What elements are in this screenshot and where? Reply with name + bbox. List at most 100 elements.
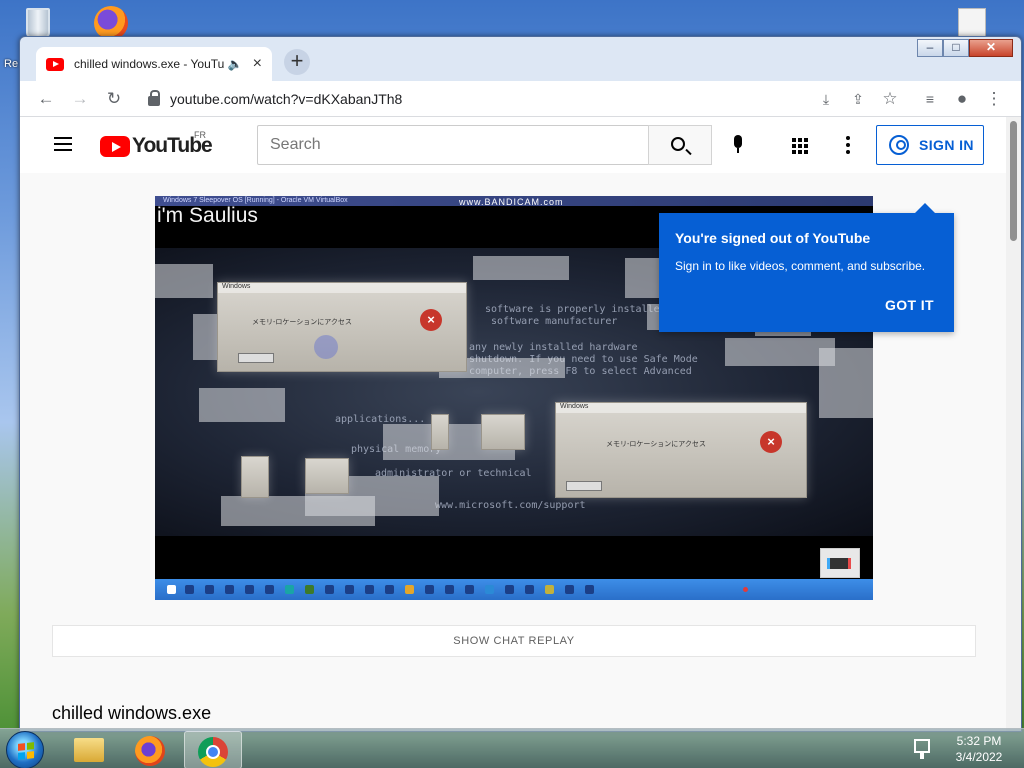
close-window-button[interactable]: ✕ — [969, 39, 1013, 57]
back-button[interactable]: ← — [34, 87, 58, 111]
media-icon[interactable]: ≡ — [918, 87, 942, 111]
vm-taskbar-icon — [445, 585, 454, 594]
vm-taskbar-icon — [365, 585, 374, 594]
page-scrollbar[interactable] — [1006, 117, 1021, 731]
vm-taskbar-icon — [265, 585, 274, 594]
country-code: FR — [194, 130, 206, 140]
glitch-block — [199, 388, 285, 422]
tab-title: chilled windows.exe - YouTube — [74, 57, 224, 71]
tooltip-title: You're signed out of YouTube — [675, 230, 871, 246]
browser-toolbar: ← → ↻ youtube.com/watch?v=dKXabanJTh8 ⤓ … — [20, 81, 1021, 117]
error-dialog-small — [241, 456, 269, 498]
download-icon[interactable]: ⤓ — [814, 87, 838, 111]
sign-in-label: SIGN IN — [919, 137, 974, 153]
vm-start-icon — [167, 585, 176, 594]
hamburger-icon[interactable] — [54, 137, 72, 151]
taskbar-firefox[interactable] — [122, 731, 180, 768]
maximize-button[interactable]: □ — [943, 39, 969, 57]
vm-taskbar-icon — [485, 585, 494, 594]
chrome-window: – □ ✕ chilled windows.exe - YouTube 🔈 × … — [19, 36, 1022, 732]
switch-logo-icon — [820, 548, 860, 578]
vm-taskbar-icon — [345, 585, 354, 594]
cursor-highlight — [314, 335, 338, 359]
vm-taskbar-icon — [185, 585, 194, 594]
windows-logo-icon — [18, 742, 34, 760]
window-controls: – □ ✕ — [917, 39, 1013, 57]
vm-taskbar-icon — [565, 585, 574, 594]
profile-icon[interactable]: ● — [950, 87, 974, 111]
vm-taskbar-icon — [585, 585, 594, 594]
scroll-thumb[interactable] — [1010, 121, 1017, 241]
vm-taskbar-icon — [545, 585, 554, 594]
recycle-bin-label: Re — [4, 58, 19, 70]
share-icon[interactable]: ⇪ — [846, 87, 870, 111]
error-dialog-small — [481, 414, 525, 450]
error-dialog: Windows メモリ-ロケーションにアクセス × — [217, 282, 467, 372]
new-tab-button[interactable]: + — [284, 49, 310, 75]
taskbar-file-explorer[interactable] — [60, 731, 118, 768]
minimize-button[interactable]: – — [917, 39, 943, 57]
url-text[interactable]: youtube.com/watch?v=dKXabanJTh8 — [170, 91, 402, 107]
got-it-button[interactable]: GOT IT — [885, 297, 934, 313]
vm-taskbar-icon — [205, 585, 214, 594]
clock-date: 3/4/2022 — [955, 750, 1003, 764]
star-icon[interactable]: ☆ — [878, 87, 902, 111]
vm-taskbar-icon — [465, 585, 474, 594]
taskbar-chrome[interactable] — [184, 731, 242, 768]
apps-grid-icon[interactable] — [792, 138, 808, 154]
windows-taskbar: 5:32 PM 3/4/2022 — [0, 728, 1024, 768]
microphone-icon[interactable] — [732, 135, 744, 157]
glitch-block — [473, 256, 569, 280]
glitch-block — [221, 496, 375, 526]
youtube-page: YouTube FR Search SIGN IN Windows 7 Slee… — [20, 117, 1008, 731]
sign-in-button[interactable]: SIGN IN — [876, 125, 984, 165]
search-icon — [671, 137, 685, 151]
error-message: メモリ-ロケーションにアクセス — [606, 441, 706, 448]
lock-icon[interactable] — [148, 90, 160, 106]
vm-taskbar-icon — [245, 585, 254, 594]
glitch-block — [155, 264, 213, 298]
vm-taskbar-icon — [225, 585, 234, 594]
glitch-block — [819, 348, 873, 418]
youtube-header: YouTube FR Search SIGN IN — [20, 117, 1008, 173]
forward-button[interactable]: → — [68, 87, 92, 111]
clock-time: 5:32 PM — [956, 734, 1002, 748]
chrome-icon — [198, 737, 228, 767]
vm-taskbar-icon — [505, 585, 514, 594]
tab-close-button[interactable]: × — [253, 55, 262, 73]
user-circle-icon — [889, 135, 909, 155]
reload-button[interactable]: ↻ — [102, 87, 126, 111]
signed-out-tooltip: You're signed out of YouTube Sign in to … — [659, 203, 954, 332]
error-x-icon: × — [420, 309, 442, 331]
vm-taskbar-icon — [405, 585, 414, 594]
bsod-line: www.microsoft.com/support — [435, 500, 586, 511]
vm-taskbar-icon — [325, 585, 334, 594]
video-overlay-caption: i'm Saulius — [157, 204, 258, 227]
error-dialog-small — [431, 414, 449, 450]
show-chat-replay-button[interactable]: SHOW CHAT REPLAY — [52, 625, 976, 657]
network-icon[interactable] — [914, 739, 930, 759]
system-clock[interactable]: 5:32 PM 3/4/2022 — [944, 733, 1014, 765]
tooltip-body: Sign in to like videos, comment, and sub… — [675, 259, 926, 273]
vm-taskbar-icon — [525, 585, 534, 594]
vm-tray-icon — [743, 587, 748, 592]
video-title: chilled windows.exe — [52, 703, 212, 723]
start-button[interactable] — [6, 731, 44, 768]
search-button[interactable] — [648, 125, 712, 165]
more-options-icon[interactable] — [846, 136, 850, 154]
search-input[interactable]: Search — [257, 125, 649, 165]
youtube-play-icon — [100, 135, 130, 157]
error-dialog: Windows メモリ-ロケーションにアクセス × — [555, 402, 807, 498]
vm-taskbar-icon — [425, 585, 434, 594]
error-ok-button — [238, 353, 274, 363]
menu-icon[interactable]: ⋮ — [982, 87, 1006, 111]
speaker-icon[interactable]: 🔈 — [228, 57, 243, 71]
youtube-favicon-icon — [46, 57, 64, 71]
vm-taskbar-icon — [385, 585, 394, 594]
firefox-icon — [135, 736, 165, 766]
tab-youtube[interactable]: chilled windows.exe - YouTube 🔈 × — [36, 47, 272, 81]
error-dialog-small — [305, 458, 349, 494]
bsod-line: any newly installed hardware — [469, 342, 638, 353]
error-dialog-title: Windows — [556, 403, 806, 413]
vm-taskbar-icon — [305, 585, 314, 594]
